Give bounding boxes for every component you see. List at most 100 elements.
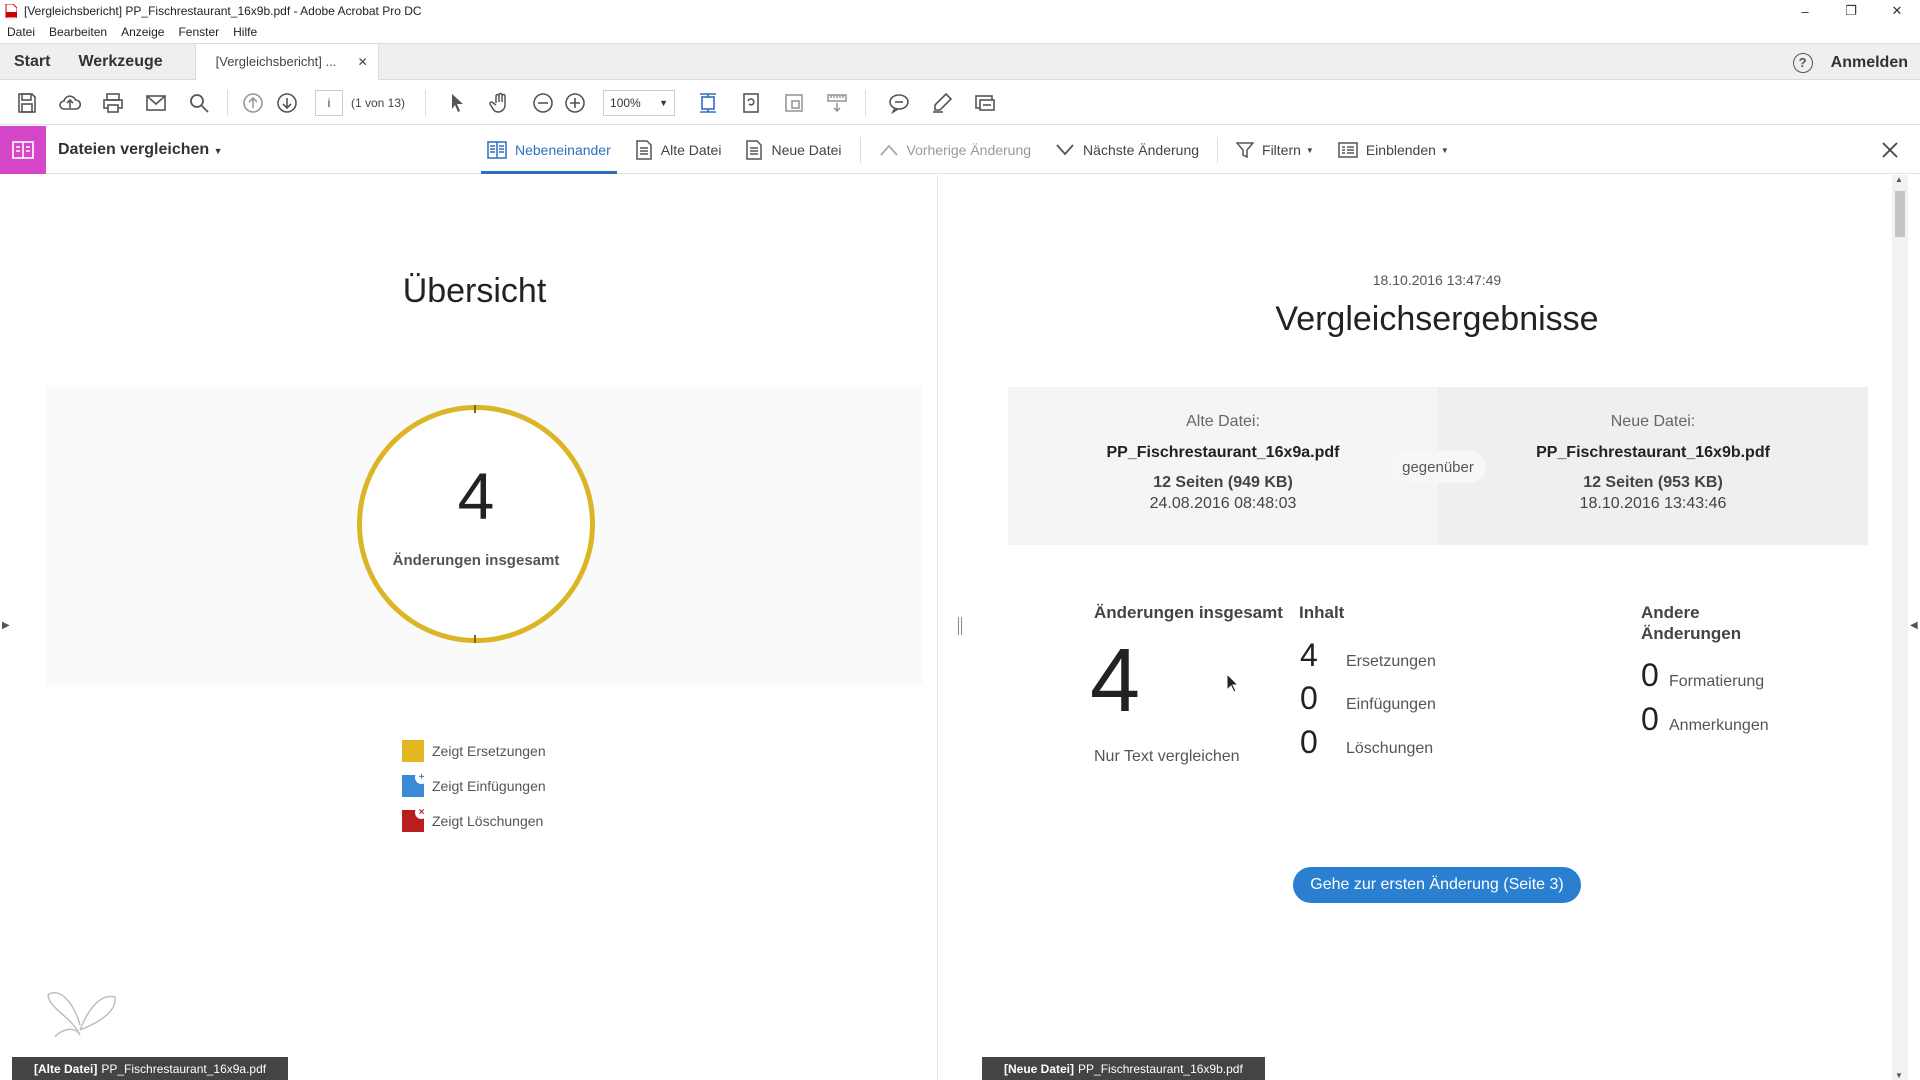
document-icon	[636, 140, 652, 160]
results-title: Vergleichsergebnisse	[1275, 300, 1599, 338]
vertical-scrollbar[interactable]: ▲ ▼	[1892, 175, 1908, 1080]
menu-fenster[interactable]: Fenster	[178, 25, 219, 39]
toolbar: i (1 von 13) 100% ▼	[0, 81, 1920, 125]
go-to-first-change-button[interactable]: Gehe zur ersten Änderung (Seite 3)	[1293, 867, 1581, 903]
versus-pill: gegenüber	[1390, 451, 1486, 483]
stat-label: Einfügungen	[1346, 696, 1436, 713]
old-file-tag: [Alte Datei] PP_Fischrestaurant_16x9a.pd…	[12, 1057, 289, 1080]
legend-item-deletions: × Zeigt Löschungen	[402, 803, 546, 838]
tab-start[interactable]: Start	[0, 44, 64, 79]
hand-tool-icon[interactable]	[485, 88, 515, 118]
chevron-down-icon: ▼	[213, 145, 223, 156]
side-by-side-icon	[487, 141, 507, 159]
compare-toolbar: Dateien vergleichen ▼ Nebeneinander Alte…	[0, 125, 1920, 174]
new-file-date: 18.10.2016 13:43:46	[1579, 495, 1727, 512]
highlight-pen-icon[interactable]	[927, 88, 957, 118]
insertion-swatch-icon: +	[402, 770, 428, 797]
chevron-down-icon: ▼	[1440, 145, 1449, 155]
close-compare-icon[interactable]	[1878, 138, 1902, 162]
left-panel-toggle-icon[interactable]: ▶	[2, 620, 10, 631]
menu-bar: Datei Bearbeiten Anzeige Fenster Hilfe	[0, 22, 1920, 42]
close-tab-icon[interactable]: ✕	[358, 55, 368, 69]
total-changes-number: 4	[1090, 631, 1141, 731]
help-icon[interactable]: ?	[1792, 52, 1813, 73]
scroll-down-icon[interactable]: ▼	[1895, 1071, 1903, 1080]
old-file-name: PP_Fischrestaurant_16x9a.pdf	[1106, 444, 1340, 461]
scroll-up-icon[interactable]: ▲	[1895, 175, 1903, 184]
zoom-value: 100%	[610, 95, 641, 110]
next-change-button[interactable]: Nächste Änderung	[1049, 126, 1205, 174]
mouse-cursor-icon	[1226, 673, 1240, 693]
report-date: 18.10.2016 13:47:49	[1372, 272, 1502, 288]
compare-files-icon	[0, 125, 46, 174]
save-icon[interactable]	[12, 88, 42, 118]
previous-change-button[interactable]: Vorherige Änderung	[873, 126, 1038, 174]
measure-icon[interactable]	[822, 88, 852, 118]
tab-document[interactable]: [Vergleichsbericht] ... ✕	[194, 43, 379, 80]
next-page-icon[interactable]	[272, 88, 302, 118]
document-icon	[746, 140, 763, 160]
tab-old-file[interactable]: Alte Datei	[629, 126, 728, 174]
right-panel-toggle-icon[interactable]: ◀	[1910, 620, 1918, 631]
menu-hilfe[interactable]: Hilfe	[233, 25, 257, 39]
new-file-label: Neue Datei	[771, 142, 842, 158]
rotate-view-icon[interactable]	[736, 88, 766, 118]
old-file-pages: 12 Seiten (949 KB)	[1153, 474, 1293, 491]
fit-page-icon[interactable]	[693, 88, 723, 118]
text-only-compare: Nur Text vergleichen	[1094, 748, 1240, 765]
zoom-out-icon[interactable]	[528, 88, 558, 118]
pane-splitter-handle[interactable]	[958, 617, 962, 635]
print-icon[interactable]	[98, 88, 128, 118]
chevron-down-icon: ▼	[1305, 145, 1314, 155]
legend-item-replacements: Zeigt Ersetzungen	[402, 733, 546, 768]
ring-tick	[474, 635, 476, 643]
stat-number: 0	[1300, 724, 1318, 760]
total-changes-count: 4	[457, 459, 495, 533]
select-pointer-icon[interactable]	[442, 88, 472, 118]
filter-button[interactable]: Filtern ▼	[1230, 126, 1320, 174]
stat-label: Löschungen	[1346, 740, 1434, 757]
old-file-tag-name: PP_Fischrestaurant_16x9a.pdf	[101, 1061, 267, 1076]
menu-bearbeiten[interactable]: Bearbeiten	[49, 25, 107, 39]
previous-change-label: Vorherige Änderung	[906, 142, 1032, 158]
old-file-info-label: Alte Datei:	[1186, 413, 1260, 430]
stat-number: 4	[1300, 637, 1318, 673]
restore-icon[interactable]: ❐	[1828, 0, 1874, 22]
tab-tools[interactable]: Werkzeuge	[64, 44, 176, 79]
old-file-info: Alte Datei: PP_Fischrestaurant_16x9a.pdf…	[1008, 387, 1438, 545]
sign-in-link[interactable]: Anmelden	[1831, 54, 1908, 72]
search-icon[interactable]	[184, 88, 214, 118]
side-by-side-label: Nebeneinander	[515, 142, 611, 158]
show-button[interactable]: Einblenden ▼	[1332, 126, 1455, 174]
old-file-date: 24.08.2016 08:48:03	[1149, 495, 1297, 512]
new-file-info-label: Neue Datei:	[1610, 413, 1696, 430]
stat-formatting: 0 Formatierung	[1641, 657, 1764, 694]
zoom-in-icon[interactable]	[560, 88, 590, 118]
full-screen-icon[interactable]	[779, 88, 809, 118]
compare-files-menu[interactable]: Dateien vergleichen ▼	[58, 141, 223, 159]
upload-cloud-icon[interactable]	[55, 88, 85, 118]
email-icon[interactable]	[141, 88, 171, 118]
page-number-input[interactable]: i	[315, 89, 343, 116]
tab-side-by-side[interactable]: Nebeneinander	[481, 126, 617, 174]
stat-annotations: 0 Anmerkungen	[1641, 701, 1769, 738]
new-file-pane: 18.10.2016 13:47:49 Vergleichsergebnisse…	[982, 175, 1892, 1080]
menu-anzeige[interactable]: Anzeige	[121, 25, 164, 39]
toolbar-divider	[865, 89, 867, 116]
stat-number: 0	[1300, 680, 1318, 716]
zoom-select[interactable]: 100% ▼	[603, 89, 676, 116]
close-window-icon[interactable]: ✕	[1874, 0, 1920, 22]
stamp-sign-icon[interactable]	[970, 88, 1000, 118]
total-changes-heading: Änderungen insgesamt	[1094, 603, 1283, 622]
butterfly-logo-icon	[47, 992, 116, 1038]
stat-label: Anmerkungen	[1669, 717, 1769, 734]
files-card: Alte Datei: PP_Fischrestaurant_16x9a.pdf…	[1008, 387, 1868, 545]
menu-datei[interactable]: Datei	[7, 25, 35, 39]
comment-icon[interactable]	[884, 88, 914, 118]
minimize-icon[interactable]: –	[1782, 0, 1828, 22]
scrollbar-thumb[interactable]	[1895, 191, 1905, 237]
tab-new-file[interactable]: Neue Datei	[739, 126, 847, 174]
previous-page-icon[interactable]	[238, 88, 268, 118]
legend-item-insertions: + Zeigt Einfügungen	[402, 768, 546, 803]
compare-divider	[1217, 137, 1219, 163]
